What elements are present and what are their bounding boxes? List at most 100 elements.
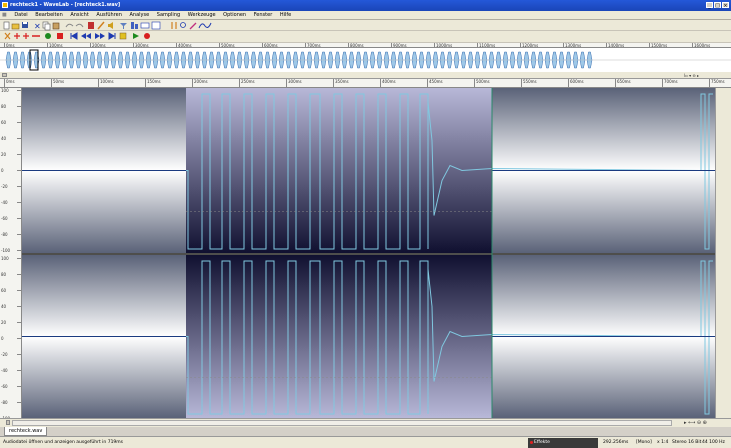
menu-optionen[interactable]: Optionen [220, 11, 249, 20]
menu-werkzeuge[interactable]: Werkzeuge [185, 11, 219, 20]
overview-scrollbar[interactable]: ⅼ▫ ▾ ⊖ ▸ [0, 72, 731, 79]
overview-panel[interactable] [0, 48, 731, 72]
amplitude-tick [17, 386, 21, 387]
menu-sampling[interactable]: Sampling [154, 11, 183, 20]
paste-icon[interactable] [52, 22, 60, 30]
bottom-zoom-icons[interactable]: ▸ ⟷ ⊖ ⊕ [684, 419, 707, 427]
menu-fenster[interactable]: Fenster [251, 11, 276, 20]
main-toolbar-icons: ✕ [3, 21, 212, 31]
status-message: Audiodatei öffnen und anzeigen ausgeführ… [3, 440, 124, 445]
amplitude-tick [17, 186, 21, 187]
add-icon[interactable] [14, 33, 20, 39]
amplitude-tick [17, 154, 21, 155]
vertical-scrollbar[interactable] [715, 88, 731, 418]
overview-waveform[interactable] [0, 48, 731, 72]
minimize-button[interactable]: _ [706, 2, 713, 9]
time-ruler-tick [662, 79, 663, 87]
record-icon[interactable] [4, 32, 11, 40]
go-end-icon[interactable] [108, 32, 116, 40]
open-folder-icon[interactable] [11, 23, 20, 30]
amplitude-tick [17, 90, 21, 91]
effects-button[interactable]: Effekte [528, 438, 598, 448]
time-ruler-label: 300ms [288, 79, 302, 84]
horizontal-scrollbar[interactable]: ▸ ⟷ ⊖ ⊕ [0, 418, 731, 427]
menu-datei[interactable]: Datei [11, 11, 30, 20]
time-ruler-tick [286, 79, 287, 87]
time-ruler-label: 450ms [429, 79, 443, 84]
marker-icon[interactable] [151, 21, 161, 30]
scroll-track[interactable] [12, 420, 672, 426]
new-file-icon[interactable] [3, 21, 10, 30]
amplitude-ruler: 100 80 60 40 20 0 -20 -40 -60 -80 -100 100 80 60 40 20 0… [0, 88, 22, 418]
amplitude-label: -40 [1, 368, 8, 373]
amplitude-tick [17, 250, 21, 251]
time-ruler-tick [98, 79, 99, 87]
scroll-left-button[interactable] [6, 420, 10, 425]
magnifier-icon[interactable] [180, 22, 186, 28]
scroll-left-icon[interactable] [2, 73, 7, 77]
amplitude-tick [17, 234, 21, 235]
time-ruler-tick [4, 79, 5, 87]
amplitude-label: -80 [1, 400, 8, 405]
redo-icon[interactable] [75, 23, 84, 28]
overview-ruler-tick [563, 43, 564, 47]
filter-icon[interactable] [120, 23, 127, 29]
menu-ansicht[interactable]: Ansicht [67, 11, 91, 20]
time-ruler-label: 600ms [570, 79, 584, 84]
save-icon[interactable] [22, 22, 28, 28]
effects-label: Effekte [534, 440, 550, 445]
overview-ruler-tick [219, 43, 220, 47]
forward-icon[interactable] [95, 33, 105, 39]
tab-rechteck[interactable]: rechteck.wav [4, 427, 48, 436]
selection-region[interactable] [186, 88, 492, 253]
play-icon[interactable] [133, 33, 139, 39]
amplitude-label: 80 [1, 104, 7, 109]
go-start-icon[interactable] [70, 32, 78, 40]
overview-ruler-tick [649, 43, 650, 47]
time-ruler[interactable]: 0ms 50ms 100ms 150ms 200ms 250ms 300ms 350ms 400… [0, 79, 731, 88]
loop-icon[interactable] [45, 33, 51, 39]
selection-region[interactable] [186, 255, 492, 418]
rewind-icon[interactable] [81, 33, 91, 39]
zoom-controls[interactable]: ⅼ▫ ▾ ⊖ ▸ [684, 73, 724, 78]
amplitude-tick [17, 202, 21, 203]
amplitude-label: -60 [1, 384, 8, 389]
maximize-button[interactable]: □ [714, 2, 721, 9]
waveform-view[interactable] [22, 88, 715, 418]
pencil-icon[interactable] [97, 21, 105, 30]
stop-red-icon[interactable] [57, 33, 63, 39]
meter-icon[interactable] [131, 22, 138, 29]
overview-ruler-tick [4, 43, 5, 47]
menu-bearbeiten[interactable]: Bearbeiten [32, 11, 65, 20]
menu-ausfuehren[interactable]: Ausführen [93, 11, 124, 20]
amplitude-tick [17, 138, 21, 139]
overview-ruler-tick [434, 43, 435, 47]
svg-text:✕: ✕ [34, 22, 41, 31]
doc-menu-icon[interactable]: ■ [0, 11, 10, 20]
spectrum-icon[interactable] [140, 22, 150, 29]
time-ruler-tick [239, 79, 240, 87]
tool-icon[interactable] [189, 22, 197, 30]
close-button[interactable]: × [722, 2, 729, 9]
add-icon-2[interactable] [23, 33, 29, 39]
zoom-icon[interactable] [88, 22, 94, 29]
time-ruler-label: 700ms [664, 79, 678, 84]
undo-icon[interactable] [65, 23, 74, 28]
time-ruler-label: 550ms [523, 79, 537, 84]
record-dot-icon[interactable] [144, 33, 150, 39]
wave-tool-icon[interactable] [198, 22, 212, 29]
cut-icon[interactable]: ✕ [34, 22, 41, 31]
stop-icon[interactable] [119, 32, 127, 40]
time-ruler-label: 250ms [241, 79, 255, 84]
menu-hilfe[interactable]: Hilfe [277, 11, 294, 20]
amplitude-label: 40 [1, 136, 7, 141]
menu-analyse[interactable]: Analyse [126, 11, 152, 20]
amplitude-tick [17, 258, 21, 259]
amplitude-tick [17, 106, 21, 107]
amplitude-label: -60 [1, 216, 8, 221]
time-ruler-label: 400ms [382, 79, 396, 84]
speaker-icon[interactable] [108, 22, 113, 29]
pointer-icon[interactable] [171, 22, 177, 29]
copy-icon[interactable] [42, 21, 51, 31]
amplitude-tick [17, 354, 21, 355]
